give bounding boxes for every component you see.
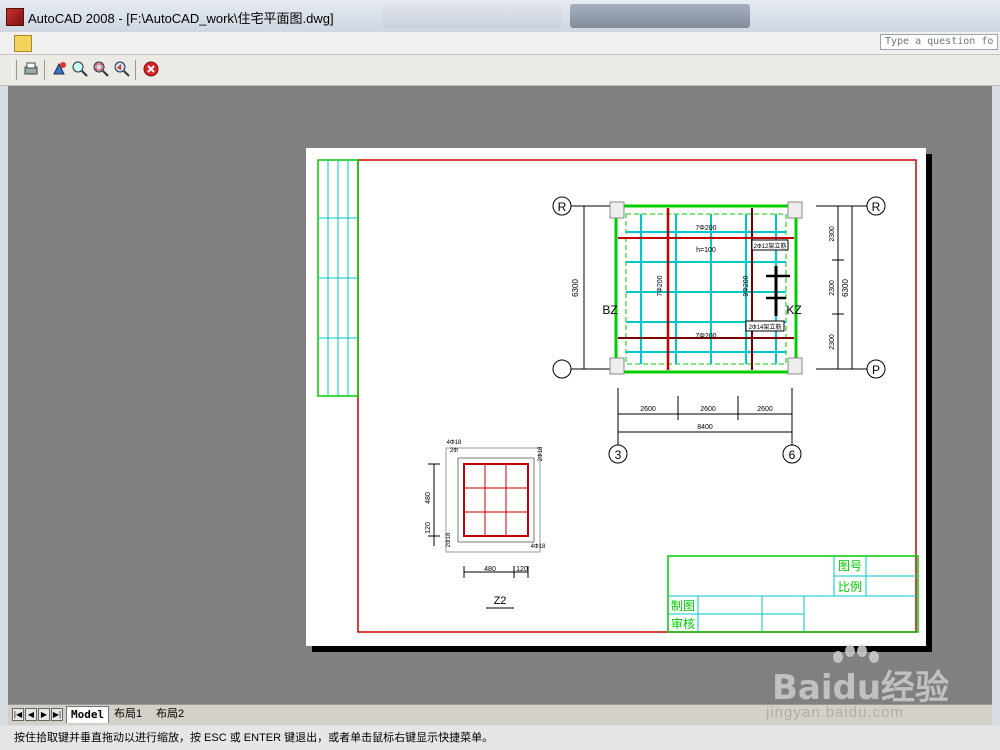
prev-tab-button[interactable]: ◀ bbox=[25, 708, 37, 721]
window-title: AutoCAD 2008 - [F:\AutoCAD_work\住宅平面图.dw… bbox=[28, 11, 334, 26]
first-tab-button[interactable]: |◀ bbox=[12, 708, 24, 721]
svg-text:比例: 比例 bbox=[838, 580, 862, 594]
svg-text:KZ: KZ bbox=[786, 303, 801, 317]
svg-text:2Φ: 2Φ bbox=[450, 448, 458, 454]
svg-text:2600: 2600 bbox=[757, 406, 773, 413]
svg-text:120: 120 bbox=[516, 566, 528, 573]
svg-text:7Φ200: 7Φ200 bbox=[657, 275, 664, 296]
svg-text:8400: 8400 bbox=[697, 424, 713, 431]
left-title-strip bbox=[317, 159, 359, 397]
svg-text:R: R bbox=[872, 200, 881, 214]
bottom-dimensions: 2600 2600 2600 8400 bbox=[617, 396, 793, 438]
svg-text:2300: 2300 bbox=[829, 280, 836, 296]
left-dimension: 6300 bbox=[571, 205, 590, 370]
last-tab-button[interactable]: ▶| bbox=[51, 708, 63, 721]
menu-bar bbox=[0, 32, 1000, 55]
svg-text:7Φ200: 7Φ200 bbox=[695, 225, 716, 232]
zoom-window-icon[interactable] bbox=[92, 60, 110, 78]
background-window-tab bbox=[570, 4, 750, 28]
svg-text:2600: 2600 bbox=[640, 406, 656, 413]
close-preview-icon[interactable] bbox=[142, 60, 160, 78]
svg-text:审核: 审核 bbox=[671, 616, 695, 631]
svg-text:P: P bbox=[872, 363, 880, 377]
svg-text:制图: 制图 bbox=[671, 599, 695, 613]
title-block: 图号 比例 制图 审核 bbox=[667, 555, 919, 633]
zoom-previous-icon[interactable] bbox=[113, 60, 131, 78]
svg-text:2300: 2300 bbox=[829, 334, 836, 350]
right-dimensions: 2300 2300 2300 6300 bbox=[829, 205, 858, 370]
column-detail-z2: 480 120 4Φ18 2Φ 2Φ18 2Φ18 4Φ18 480 120 Z… bbox=[425, 440, 546, 609]
svg-text:6: 6 bbox=[789, 448, 796, 462]
svg-text:2Φ12架立筋: 2Φ12架立筋 bbox=[754, 242, 787, 250]
svg-text:2600: 2600 bbox=[700, 406, 716, 413]
background-window-tab bbox=[382, 4, 562, 28]
svg-text:2300: 2300 bbox=[829, 226, 836, 242]
toolbar-grip[interactable] bbox=[12, 60, 17, 80]
svg-text:480: 480 bbox=[425, 492, 432, 504]
watermark-url: jingyan.baidu.com bbox=[766, 704, 904, 721]
svg-text:7Φ200: 7Φ200 bbox=[695, 333, 716, 340]
svg-text:图号: 图号 bbox=[838, 559, 862, 573]
svg-text:480: 480 bbox=[484, 566, 496, 573]
pan-icon[interactable] bbox=[50, 60, 68, 78]
help-search-input[interactable] bbox=[880, 34, 998, 50]
svg-text:2Φ14架立筋: 2Φ14架立筋 bbox=[749, 323, 782, 331]
baidu-jingyan-watermark: Baidu经验 bbox=[772, 668, 950, 708]
tab-layout1[interactable]: 布局1 bbox=[110, 706, 146, 722]
svg-text:9Φ200: 9Φ200 bbox=[743, 275, 750, 296]
print-preview-icon[interactable] bbox=[22, 60, 40, 78]
tab-layout2[interactable]: 布局2 bbox=[152, 706, 188, 722]
command-status-line: 按住拾取键并垂直拖动以进行缩放，按 ESC 或 ENTER 键退出，或者单击鼠标… bbox=[0, 726, 1000, 750]
document-icon[interactable] bbox=[14, 35, 32, 52]
svg-text:BZ: BZ bbox=[602, 303, 617, 317]
svg-text:4Φ18: 4Φ18 bbox=[447, 440, 462, 446]
svg-text:120: 120 bbox=[425, 522, 432, 534]
svg-text:6300: 6300 bbox=[841, 279, 850, 297]
svg-text:6300: 6300 bbox=[571, 279, 580, 297]
slab-plan: 7Φ200 h=100 2Φ12架立筋 2Φ14架立筋 7Φ200 9Φ200 … bbox=[602, 201, 803, 375]
svg-text:h=100: h=100 bbox=[696, 247, 716, 254]
next-tab-button[interactable]: ▶ bbox=[38, 708, 50, 721]
zoom-realtime-icon[interactable] bbox=[71, 60, 89, 78]
svg-text:R: R bbox=[558, 200, 567, 214]
autocad-app-icon[interactable] bbox=[6, 8, 24, 26]
svg-text:4Φ18: 4Φ18 bbox=[531, 544, 546, 550]
svg-text:Z2: Z2 bbox=[494, 595, 507, 607]
svg-text:2Φ18: 2Φ18 bbox=[538, 446, 544, 461]
svg-text:3: 3 bbox=[615, 448, 622, 462]
paper-sheet: R R P 3 6 7Φ200 h=100 2Φ12架立筋 2Φ14架立筋 7Φ… bbox=[306, 148, 926, 646]
svg-text:2Φ18: 2Φ18 bbox=[446, 532, 452, 547]
tab-model[interactable]: Model bbox=[66, 706, 110, 723]
